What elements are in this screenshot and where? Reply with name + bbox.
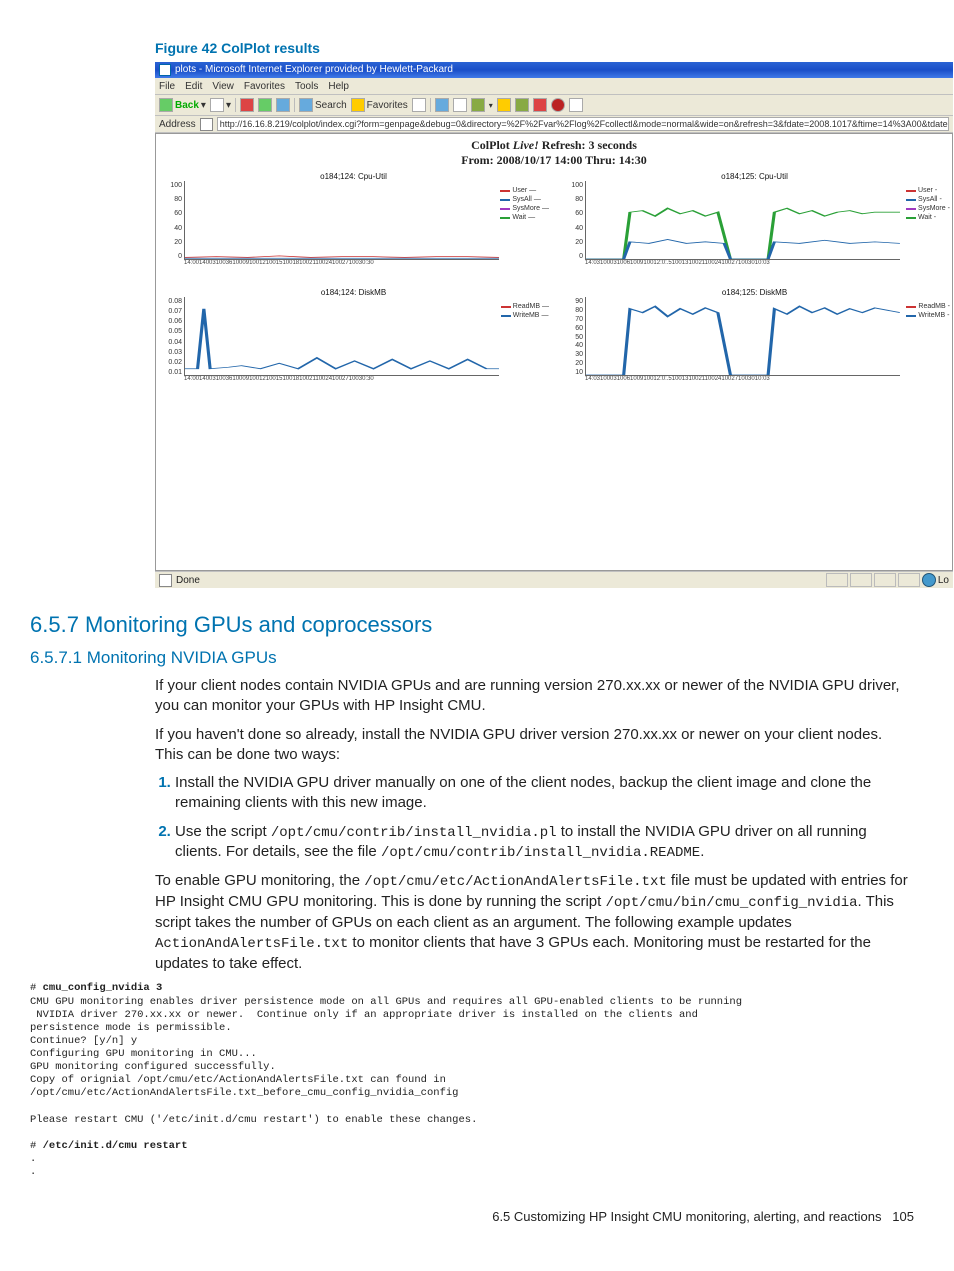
menu-help[interactable]: Help (328, 81, 349, 92)
globe-icon (922, 573, 936, 587)
stop-icon[interactable] (240, 98, 254, 112)
figure-caption: Figure 42 ColPlot results (155, 40, 924, 56)
gear-icon[interactable] (569, 98, 583, 112)
status-done: Done (176, 575, 200, 586)
list-item: Use the script /opt/cmu/contrib/install_… (175, 822, 914, 864)
page-footer: 6.5 Customizing HP Insight CMU monitorin… (30, 1209, 914, 1224)
search-button[interactable]: Search (299, 98, 347, 112)
charts-row-2: o184;124: DiskMB 0.080.070.060.050.040.0… (158, 288, 950, 400)
chart-disk-right-svg (586, 297, 900, 375)
section-heading: 6.5.7 Monitoring GPUs and coprocessors (30, 612, 924, 638)
page-icon (200, 118, 213, 131)
search-icon (299, 98, 313, 112)
paragraph-3: To enable GPU monitoring, the /opt/cmu/e… (155, 871, 914, 974)
note-icon[interactable] (515, 98, 529, 112)
menu-file[interactable]: File (159, 81, 175, 92)
ie-menubar: File Edit View Favorites Tools Help (155, 78, 953, 95)
ie-window: plots - Microsoft Internet Explorer prov… (155, 62, 953, 588)
chart-disk-left: o184;124: DiskMB 0.080.070.060.050.040.0… (158, 288, 549, 398)
ie-titlebar: plots - Microsoft Internet Explorer prov… (155, 62, 953, 78)
chart-disk-left-svg (185, 297, 499, 375)
menu-edit[interactable]: Edit (185, 81, 202, 92)
chart-cpu-left: o184;124: Cpu-Util 100806040200 14:001 (158, 172, 549, 282)
ie-statusbar: Done Lo (155, 571, 953, 588)
paragraph-2: If you haven't done so already, install … (155, 725, 914, 766)
ie-app-icon (159, 64, 171, 76)
chart-cpu-right: o184;125: Cpu-Util 100806040200 14:031 (559, 172, 950, 282)
history-icon[interactable] (412, 98, 426, 112)
body-text: If your client nodes contain NVIDIA GPUs… (155, 676, 914, 974)
favorites-button[interactable]: Favorites (351, 98, 408, 112)
back-icon (159, 98, 173, 112)
status-right-text: Lo (938, 575, 949, 586)
chart-cpu-left-svg (185, 181, 499, 259)
terminal-output: # cmu_config_nvidia 3 CMU GPU monitoring… (30, 982, 924, 1179)
ie-toolbar: Back ▾ ▾ Search Favorites ▾ (155, 95, 953, 116)
refresh-icon[interactable] (258, 98, 272, 112)
ie-content: ColPlot Live! Refresh: 3 seconds From: 2… (155, 133, 953, 571)
screenshot-frame: plots - Microsoft Internet Explorer prov… (155, 62, 953, 588)
ie-title-text: plots - Microsoft Internet Explorer prov… (175, 62, 453, 78)
chart-cpu-right-svg (586, 181, 900, 259)
menu-view[interactable]: View (212, 81, 234, 92)
forward-button[interactable]: ▾ (210, 98, 231, 112)
mail-icon[interactable] (435, 98, 449, 112)
status-page-icon (159, 574, 172, 587)
back-button[interactable]: Back ▾ (159, 98, 206, 112)
forward-icon (210, 98, 224, 112)
menu-favorites[interactable]: Favorites (244, 81, 285, 92)
info-icon[interactable] (551, 98, 565, 112)
red-icon[interactable] (533, 98, 547, 112)
menu-tools[interactable]: Tools (295, 81, 318, 92)
install-steps: Install the NVIDIA GPU driver manually o… (155, 773, 914, 863)
subsection-heading: 6.5.7.1 Monitoring NVIDIA GPUs (30, 648, 924, 668)
ie-addressbar: Address http://16.16.8.219/colplot/index… (155, 116, 953, 133)
colplot-header: ColPlot Live! Refresh: 3 seconds From: 2… (158, 138, 950, 168)
address-input[interactable]: http://16.16.8.219/colplot/index.cgi?for… (217, 117, 949, 131)
charts-row-1: o184;124: Cpu-Util 100806040200 14:001 (158, 172, 950, 284)
word-icon[interactable] (471, 98, 485, 112)
address-label: Address (159, 119, 196, 130)
paragraph-1: If your client nodes contain NVIDIA GPUs… (155, 676, 914, 717)
print-icon[interactable] (453, 98, 467, 112)
folder-icon[interactable] (497, 98, 511, 112)
list-item: Install the NVIDIA GPU driver manually o… (175, 773, 914, 814)
chart-disk-right: o184;125: DiskMB 908070605040302010 14:0… (559, 288, 950, 398)
home-icon[interactable] (276, 98, 290, 112)
favorites-icon (351, 98, 365, 112)
